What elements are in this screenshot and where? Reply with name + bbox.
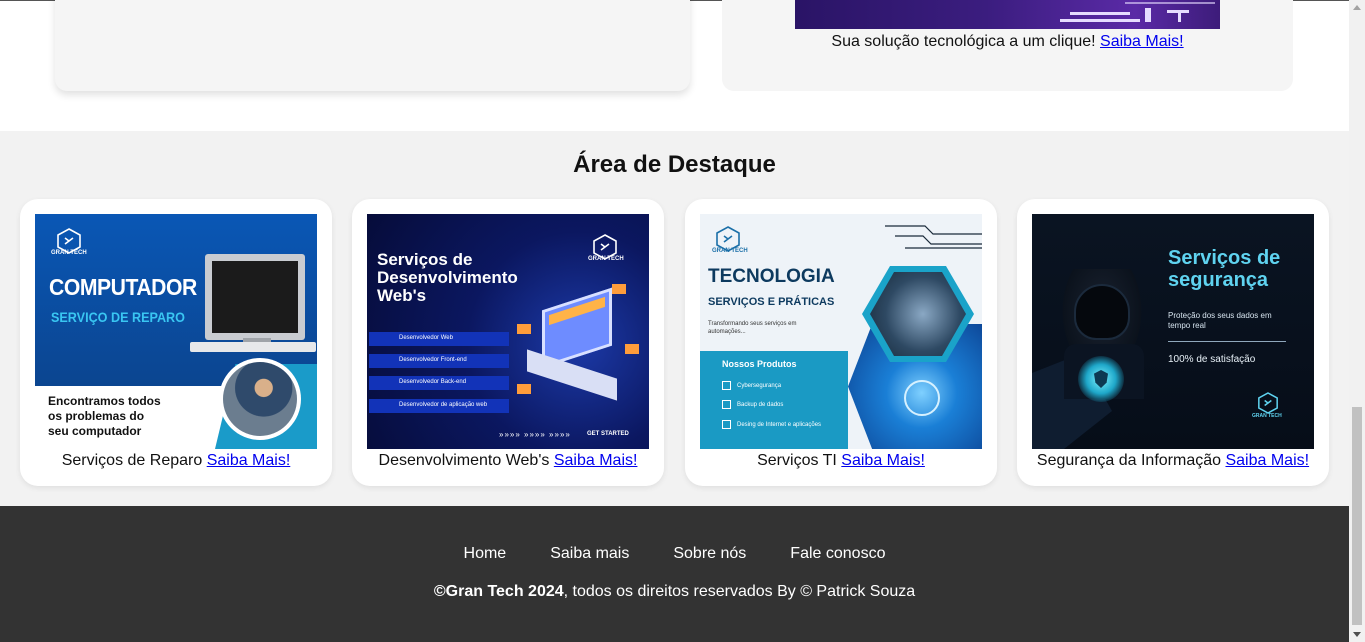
card-repair: GRAN TECH COMPUTADOR SERVIÇO DE REPARO E… bbox=[20, 199, 332, 486]
footer-nav: Home Saiba mais Sobre nós Fale conosco bbox=[0, 545, 1349, 563]
footer-link-sobre-nos[interactable]: Sobre nós bbox=[673, 545, 746, 563]
card-caption: Desenvolvimento Web's Saiba Mais! bbox=[352, 452, 664, 470]
highlight-section: Área de Destaque GRAN TECH COMPUTADOR SE… bbox=[0, 131, 1349, 506]
previous-card-text: Sua solução tecnológica a um clique! bbox=[831, 33, 1096, 50]
web-item-2: Desenvolvedor Front-end bbox=[399, 357, 467, 363]
brand-label: GRAN TECH bbox=[1252, 413, 1282, 419]
arrows-decoration: »»»» »»»» »»»» bbox=[499, 430, 571, 439]
card-caption: Segurança da Informação Saiba Mais! bbox=[1017, 452, 1329, 470]
gran-tech-logo-icon bbox=[1258, 392, 1278, 414]
intro-line-1: Transformando seus serviços em bbox=[708, 321, 797, 327]
brand-label: GRAN TECH bbox=[51, 250, 87, 256]
product-item-2: Backup de dados bbox=[737, 402, 784, 408]
web-item-4: Desenvolvedor de aplicação web bbox=[399, 402, 488, 408]
card-caption-text: Desenvolvimento Web's bbox=[378, 452, 550, 469]
description-line-2: tempo real bbox=[1168, 321, 1206, 330]
get-started-label: GET STARTED bbox=[587, 431, 629, 437]
image-subheading: SERVIÇO DE REPARO bbox=[51, 309, 185, 325]
saiba-mais-link[interactable]: Saiba Mais! bbox=[1100, 33, 1184, 50]
image-heading-line-1: Serviços de bbox=[377, 250, 473, 269]
footer-link-saiba-mais[interactable]: Saiba mais bbox=[550, 545, 629, 563]
card-caption-text: Serviços TI bbox=[757, 452, 837, 469]
scroll-down-arrow-icon[interactable] bbox=[1353, 632, 1361, 637]
tagline-line-3: seu computador bbox=[48, 424, 142, 438]
image-heading: TECNOLOGIA bbox=[708, 266, 835, 287]
saiba-mais-link[interactable]: Saiba Mais! bbox=[841, 452, 925, 469]
saiba-mais-link[interactable]: Saiba Mais! bbox=[207, 452, 291, 469]
card-caption-text: Segurança da Informação bbox=[1036, 452, 1222, 469]
information-security-image[interactable]: Serviços de segurança Proteção dos seus … bbox=[1032, 214, 1314, 449]
web-item-3: Desenvolvedor Back-end bbox=[399, 379, 467, 385]
image-heading-line-3: Web's bbox=[377, 286, 427, 305]
repair-service-image[interactable]: GRAN TECH COMPUTADOR SERVIÇO DE REPARO E… bbox=[35, 214, 317, 449]
web-item-1: Desenvolvedor Web bbox=[399, 335, 453, 341]
satisfaction-label: 100% de satisfação bbox=[1168, 354, 1256, 365]
card-web-development: GRAN TECH Serviços de Desenvolvimento We… bbox=[352, 199, 664, 486]
saiba-mais-link[interactable]: Saiba Mais! bbox=[554, 452, 638, 469]
product-item-1: Cybersegurança bbox=[737, 383, 782, 389]
it-services-image[interactable]: GRAN TECH TECNOLOGIA SERVIÇOS E PRÁTICAS… bbox=[700, 214, 982, 449]
card-information-security: Serviços de segurança Proteção dos seus … bbox=[1017, 199, 1329, 486]
image-heading-line-1: Serviços de bbox=[1168, 247, 1281, 269]
products-title: Nossos Produtos bbox=[722, 359, 797, 369]
card-caption: Serviços TI Saiba Mais! bbox=[685, 452, 997, 470]
card-caption-text: Serviços de Reparo bbox=[61, 452, 203, 469]
description-line-1: Proteção dos seus dados em bbox=[1168, 311, 1272, 320]
image-heading-line-2: Desenvolvimento bbox=[377, 268, 518, 287]
previous-card-caption: Sua solução tecnológica a um clique! Sai… bbox=[722, 33, 1293, 51]
web-development-image[interactable]: GRAN TECH Serviços de Desenvolvimento We… bbox=[367, 214, 649, 449]
brand-label: GRAN TECH bbox=[712, 248, 748, 254]
brand-label: GRAN TECH bbox=[588, 256, 624, 262]
previous-card-banner-image bbox=[795, 0, 1220, 29]
previous-card-left bbox=[55, 0, 690, 91]
card-caption: Serviços de Reparo Saiba Mais! bbox=[20, 452, 332, 470]
footer-copyright: ©Gran Tech 2024, todos os direitos reser… bbox=[0, 583, 1349, 601]
previous-card-right: Sua solução tecnológica a um clique! Sai… bbox=[722, 0, 1293, 91]
saiba-mais-link[interactable]: Saiba Mais! bbox=[1225, 452, 1309, 469]
copyright-text: , todos os direitos reservados By © Patr… bbox=[563, 583, 916, 600]
circuit-decoration bbox=[885, 225, 982, 249]
section-title: Área de Destaque bbox=[573, 151, 776, 178]
image-heading: COMPUTADOR bbox=[49, 274, 197, 300]
page-viewport: Sua solução tecnológica a um clique! Sai… bbox=[0, 0, 1349, 642]
scroll-up-arrow-icon[interactable] bbox=[1353, 5, 1361, 10]
card-it-services: GRAN TECH TECNOLOGIA SERVIÇOS E PRÁTICAS… bbox=[685, 199, 997, 486]
tagline-line-2: os problemas do bbox=[48, 409, 145, 423]
tagline-line-1: Encontramos todos bbox=[48, 394, 161, 408]
footer-link-home[interactable]: Home bbox=[464, 545, 507, 563]
vertical-scrollbar[interactable] bbox=[1349, 0, 1365, 642]
copyright-brand: ©Gran Tech 2024 bbox=[433, 583, 564, 600]
product-item-3: Desing de Internet e aplicações bbox=[737, 422, 822, 428]
footer-link-fale-conosco[interactable]: Fale conosco bbox=[790, 545, 885, 563]
footer: Home Saiba mais Sobre nós Fale conosco ©… bbox=[0, 506, 1349, 642]
intro-line-2: automações... bbox=[708, 329, 746, 335]
image-heading-line-2: segurança bbox=[1168, 269, 1269, 291]
image-subheading: SERVIÇOS E PRÁTICAS bbox=[708, 296, 835, 308]
scrollbar-thumb[interactable] bbox=[1352, 407, 1362, 625]
